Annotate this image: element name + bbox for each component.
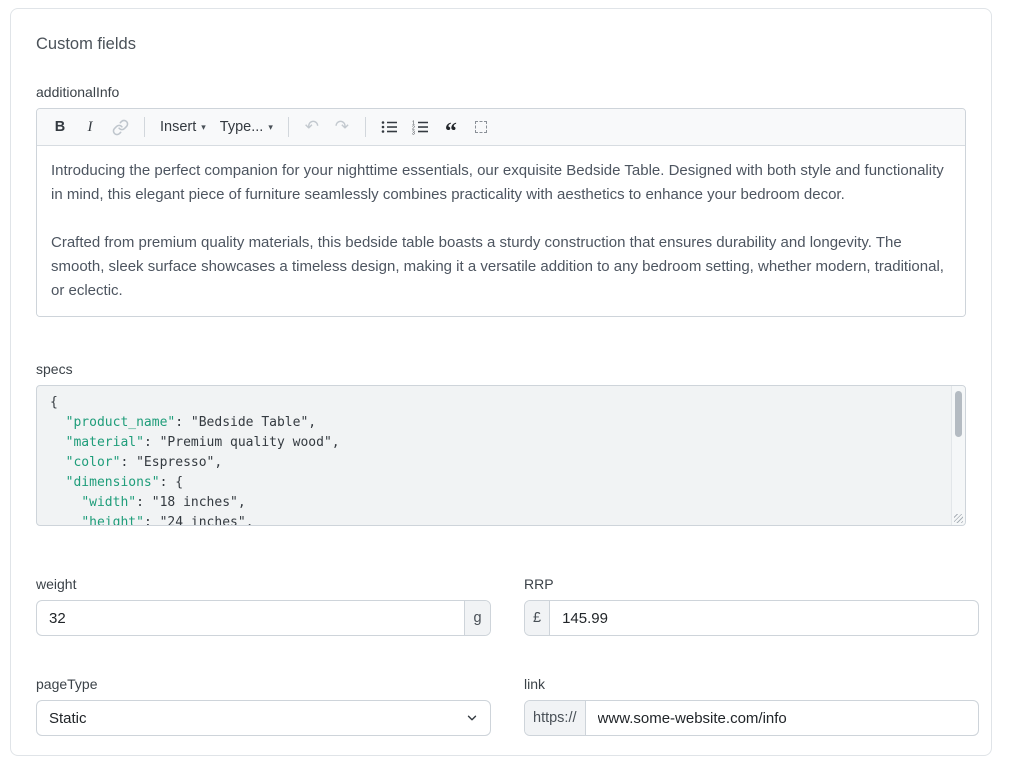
italic-button[interactable]: I (77, 114, 103, 140)
numbered-list-icon: 1 2 3 (412, 119, 429, 135)
specs-code-field[interactable]: { "product_name": "Bedside Table", "mate… (36, 385, 966, 526)
rich-text-content[interactable]: Introducing the perfect companion for yo… (37, 146, 965, 316)
rrp-input[interactable] (550, 601, 978, 635)
link-input-group: https:// (524, 700, 979, 736)
rich-text-editor: B I Insert ▾ Type... ▾ ↶ ↷ (36, 108, 966, 317)
rrp-input-group: £ (524, 600, 979, 636)
currency-addon: £ (525, 601, 550, 635)
container-block-button[interactable] (468, 114, 494, 140)
caret-down-icon: ▾ (268, 123, 273, 132)
caret-down-icon: ▾ (201, 123, 206, 132)
editor-toolbar: B I Insert ▾ Type... ▾ ↶ ↷ (37, 109, 965, 146)
blockquote-icon: “ (445, 127, 457, 137)
vertical-scrollbar[interactable] (951, 386, 965, 525)
link-button[interactable] (107, 114, 134, 140)
editor-paragraph: Introducing the perfect companion for yo… (51, 159, 951, 207)
specs-json-content[interactable]: { "product_name": "Bedside Table", "mate… (37, 386, 965, 526)
card-title: Custom fields (36, 35, 966, 54)
weight-unit-addon: g (464, 601, 490, 635)
rrp-label: RRP (524, 576, 979, 592)
page-type-select[interactable]: Static (36, 700, 491, 736)
blockquote-button[interactable]: “ (438, 114, 464, 140)
weight-input[interactable] (37, 601, 464, 635)
toolbar-separator (144, 117, 145, 137)
bold-button[interactable]: B (47, 114, 73, 140)
toolbar-separator (288, 117, 289, 137)
custom-fields-card: Custom fields additionalInfo B I Insert … (10, 8, 992, 756)
link-icon (112, 119, 129, 136)
page-type-label: pageType (36, 676, 491, 692)
svg-text:3: 3 (412, 130, 415, 135)
editor-paragraph: Crafted from premium quality materials, … (51, 231, 951, 303)
bullet-list-button[interactable] (376, 114, 403, 140)
insert-menu-label: Insert (160, 119, 196, 135)
protocol-addon: https:// (525, 701, 586, 735)
redo-icon: ↷ (335, 117, 349, 137)
redo-button[interactable]: ↷ (329, 114, 355, 140)
link-label: link (524, 676, 979, 692)
toolbar-separator (365, 117, 366, 137)
bullet-list-icon (381, 119, 398, 135)
additional-info-label: additionalInfo (36, 84, 966, 100)
weight-input-group: g (36, 600, 491, 636)
undo-button[interactable]: ↶ (299, 114, 325, 140)
resize-grip-icon[interactable] (954, 514, 963, 523)
page-type-select-wrap: Static (36, 700, 491, 736)
numbered-list-button[interactable]: 1 2 3 (407, 114, 434, 140)
specs-label: specs (36, 361, 966, 377)
dashed-square-icon (475, 121, 487, 133)
undo-icon: ↶ (305, 117, 319, 137)
link-input[interactable] (586, 701, 978, 735)
weight-label: weight (36, 576, 491, 592)
type-menu-label: Type... (220, 119, 264, 135)
scrollbar-thumb[interactable] (955, 391, 962, 437)
insert-menu-button[interactable]: Insert ▾ (155, 114, 211, 140)
type-menu-button[interactable]: Type... ▾ (215, 114, 278, 140)
